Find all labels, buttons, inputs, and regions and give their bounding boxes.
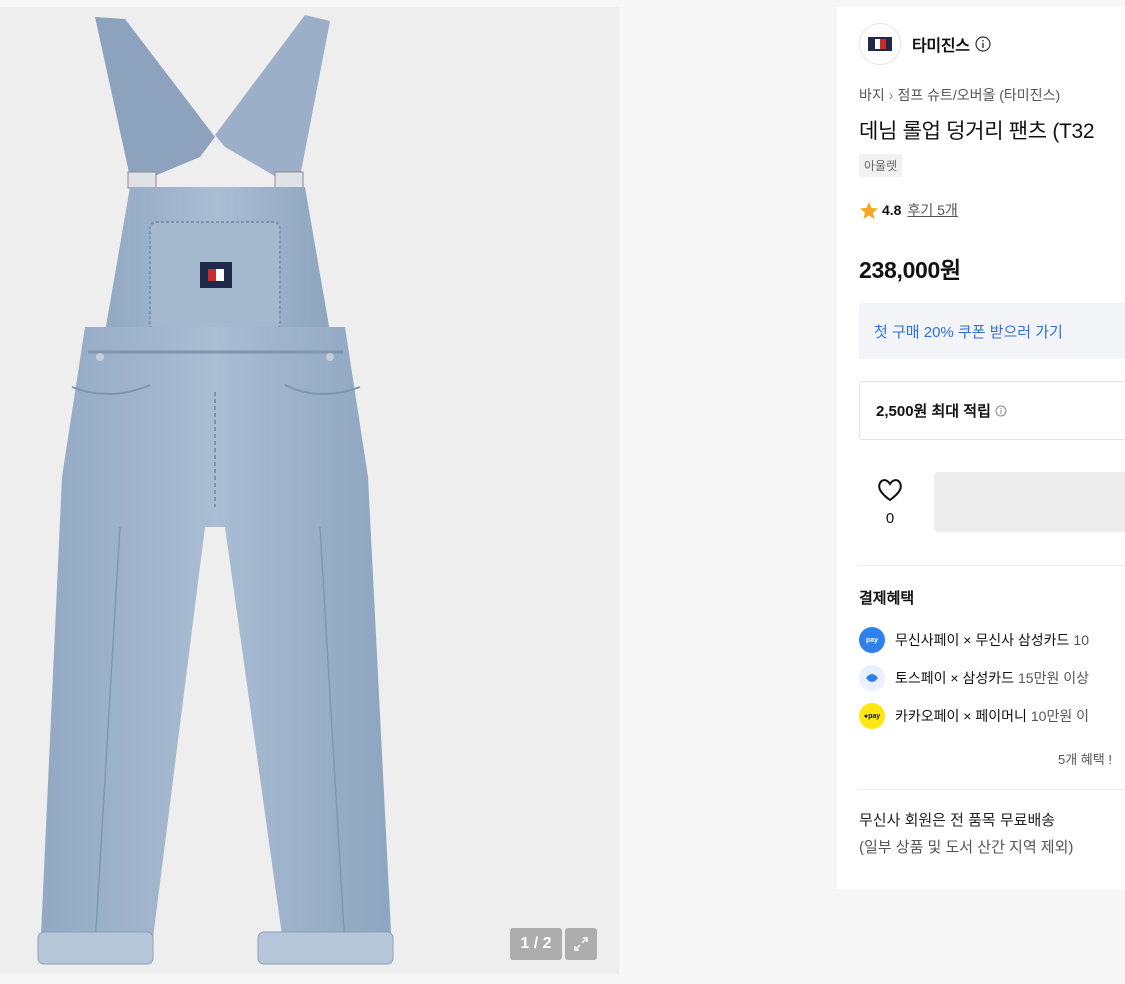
divider <box>859 565 1125 566</box>
rating-score: 4.8 <box>882 202 902 218</box>
heart-icon <box>878 479 902 502</box>
expand-icon <box>574 937 588 951</box>
buy-button[interactable] <box>934 472 1125 532</box>
breadcrumb-category[interactable]: 바지 <box>859 87 885 103</box>
rating: 4.8 후기 5개 <box>859 200 958 220</box>
brand-link[interactable]: 타미진스 <box>859 23 991 65</box>
divider <box>859 789 1125 790</box>
coupon-banner[interactable]: 첫 구매 20% 쿠폰 받으러 가기 <box>859 303 1125 359</box>
points-box[interactable]: 2,500원 최대 적립 <box>859 381 1125 440</box>
price: 238,000원 <box>859 257 961 283</box>
breadcrumb: 바지 › 점프 슈트/오버올 (타미진스) <box>859 85 1060 105</box>
benefit-item[interactable]: ●pay 카카오페이 × 페이머니 10만원 이 <box>859 703 1089 729</box>
musinsa-pay-icon: pay <box>859 627 885 653</box>
breadcrumb-subcategory[interactable]: 점프 슈트/오버올 (타미진스) <box>897 87 1060 103</box>
benefit-item[interactable]: pay 무신사페이 × 무신사 삼성카드 10 <box>859 627 1089 653</box>
brand-name: 타미진스 <box>912 38 970 55</box>
reviews-link[interactable]: 후기 5개 <box>907 200 957 220</box>
like-count: 0 <box>885 510 895 527</box>
product-info-panel: 타미진스 바지 › 점프 슈트/오버올 (타미진스) 데님 롤업 덩거리 팬츠 (T… <box>837 7 1125 889</box>
product-image <box>37 15 394 965</box>
points-label: 2,500원 최대 적립 <box>876 403 991 420</box>
kakao-pay-icon: ●pay <box>859 703 885 729</box>
info-icon[interactable] <box>975 36 991 52</box>
brand-logo <box>859 23 901 65</box>
toss-pay-icon <box>859 665 885 691</box>
shipping-note: (일부 상품 및 도서 산간 지역 제외) <box>859 839 1074 856</box>
tommy-flag-icon <box>868 37 892 51</box>
benefit-item[interactable]: 토스페이 × 삼성카드 15만원 이상 <box>859 665 1089 691</box>
image-counter: 1 / 2 <box>510 928 562 960</box>
like-button[interactable]: 0 <box>859 477 921 527</box>
product-title: 데님 롤업 덩거리 팬츠 (T32 <box>859 120 1095 143</box>
star-icon <box>860 201 878 219</box>
outlet-badge: 아울렛 <box>859 154 903 177</box>
more-benefits-link[interactable]: 5개 혜택 ! <box>1058 749 1112 768</box>
product-image-gallery[interactable]: 1 / 2 <box>0 7 619 974</box>
payment-benefits-title: 결제혜택 <box>859 590 915 607</box>
chevron-right-icon: › <box>888 87 894 103</box>
shipping-info: 무신사 회원은 전 품목 무료배송 <box>859 812 1056 829</box>
info-icon <box>995 405 1007 416</box>
expand-button[interactable] <box>565 928 597 960</box>
